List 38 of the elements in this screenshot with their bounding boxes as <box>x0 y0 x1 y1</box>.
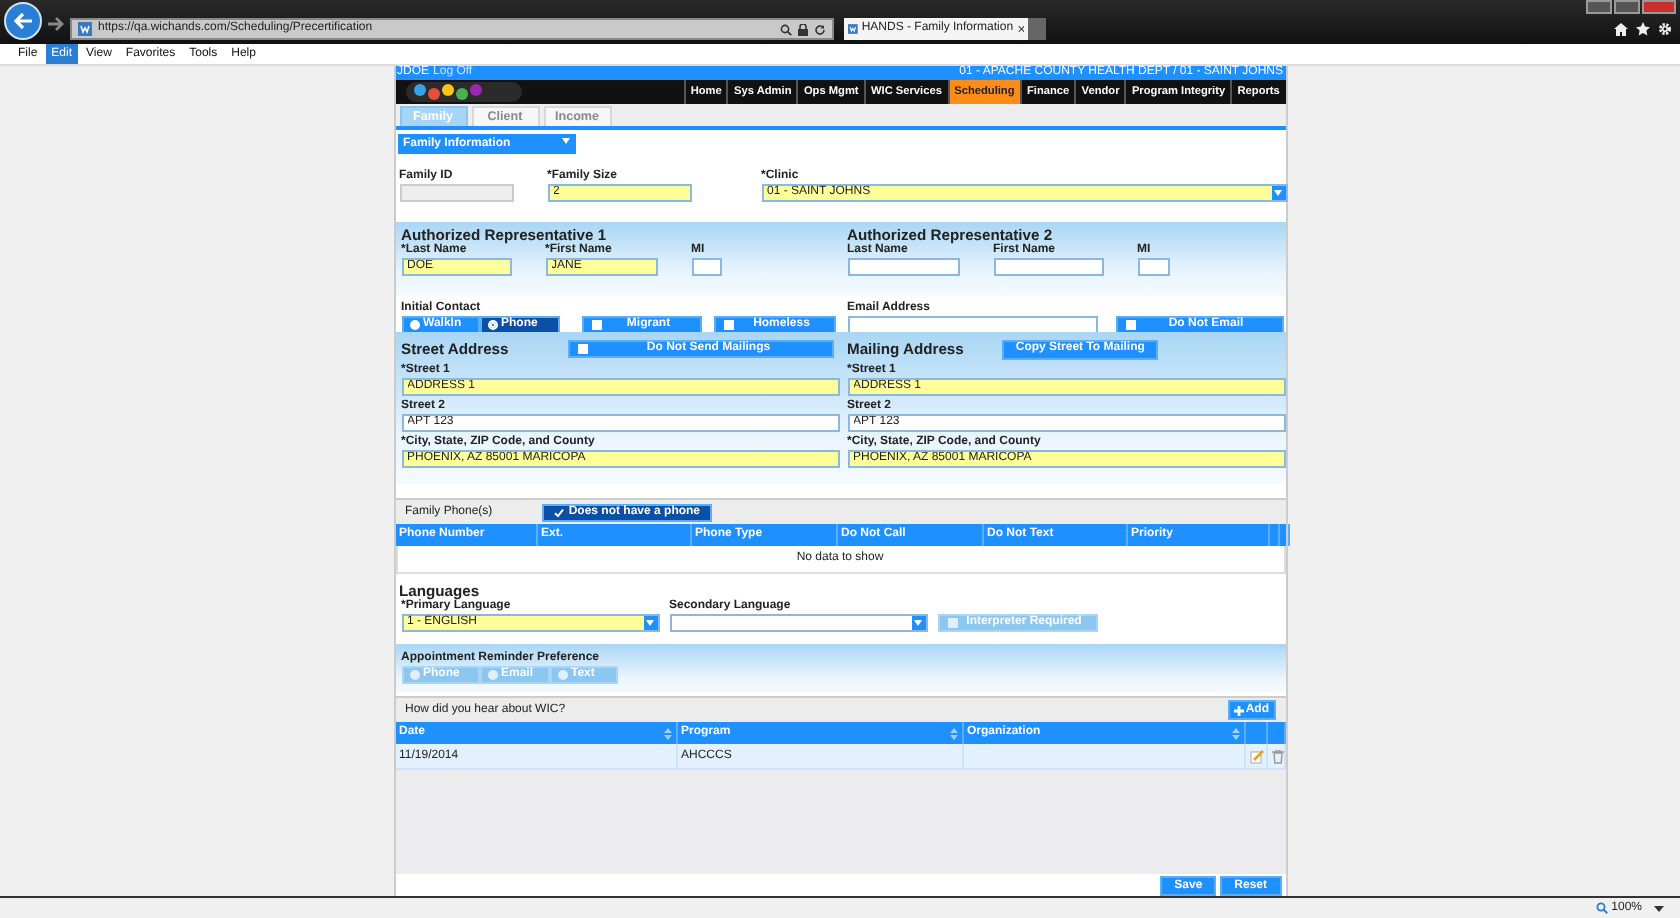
close-icon[interactable] <box>1017 24 1024 34</box>
site-icon <box>78 22 92 36</box>
home-icon[interactable] <box>1614 22 1628 36</box>
forward-icon[interactable] <box>46 14 66 34</box>
text-field[interactable] <box>691 258 721 276</box>
sort-icon <box>663 727 671 739</box>
caret-icon[interactable] <box>1654 905 1664 911</box>
logo-icon <box>403 80 523 104</box>
checkbox-icon <box>578 344 589 354</box>
checkbox-icon <box>1125 320 1135 330</box>
sort-icon <box>949 727 957 739</box>
text-field[interactable] <box>1137 258 1169 276</box>
radio-icon <box>487 670 497 680</box>
radio-icon <box>409 320 419 330</box>
checkbox-icon <box>724 320 734 330</box>
text-field[interactable] <box>993 258 1103 276</box>
caret-icon <box>643 616 657 630</box>
checkbox-icon <box>591 320 601 330</box>
sort-icon <box>1231 727 1239 739</box>
plus-icon <box>1233 705 1244 715</box>
back-icon[interactable] <box>4 2 42 40</box>
checkbox-icon <box>947 618 957 628</box>
radio-icon <box>557 670 567 680</box>
search-icon[interactable] <box>780 23 792 35</box>
text-field[interactable] <box>847 316 1097 334</box>
dropdown-field[interactable] <box>669 614 927 632</box>
settings-icon[interactable] <box>1658 22 1672 36</box>
caret-icon <box>911 616 925 630</box>
refresh-icon[interactable] <box>814 23 826 35</box>
zoom-icon <box>1595 902 1608 914</box>
window-controls-icon[interactable] <box>1586 0 1676 14</box>
radio-icon <box>487 320 497 330</box>
text-field[interactable] <box>847 258 959 276</box>
star-icon[interactable] <box>1636 22 1650 36</box>
lock-icon <box>798 23 808 35</box>
radio-icon <box>409 670 419 680</box>
site-icon <box>848 22 858 36</box>
check-icon <box>554 507 565 517</box>
